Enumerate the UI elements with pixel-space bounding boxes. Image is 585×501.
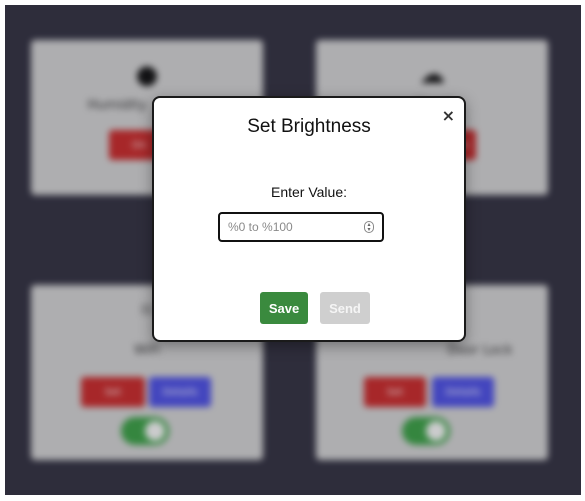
brightness-input[interactable]: [228, 217, 358, 237]
save-button[interactable]: Save: [260, 292, 308, 324]
brightness-input-box: ▴▾: [218, 212, 384, 242]
app-screen: ● Humidity On ☁ Cloud On ≋ WiFi Set Deta…: [5, 5, 581, 495]
number-spinner-icon[interactable]: ▴ ▾: [364, 221, 374, 233]
close-icon[interactable]: ×: [442, 108, 455, 124]
send-button[interactable]: Send: [320, 292, 370, 324]
set-brightness-dialog: Set Brightness × Enter Value: ▴▾ Save Se…: [152, 96, 466, 342]
value-field-label: Enter Value:: [270, 184, 347, 200]
dialog-title: Set Brightness: [247, 116, 371, 137]
